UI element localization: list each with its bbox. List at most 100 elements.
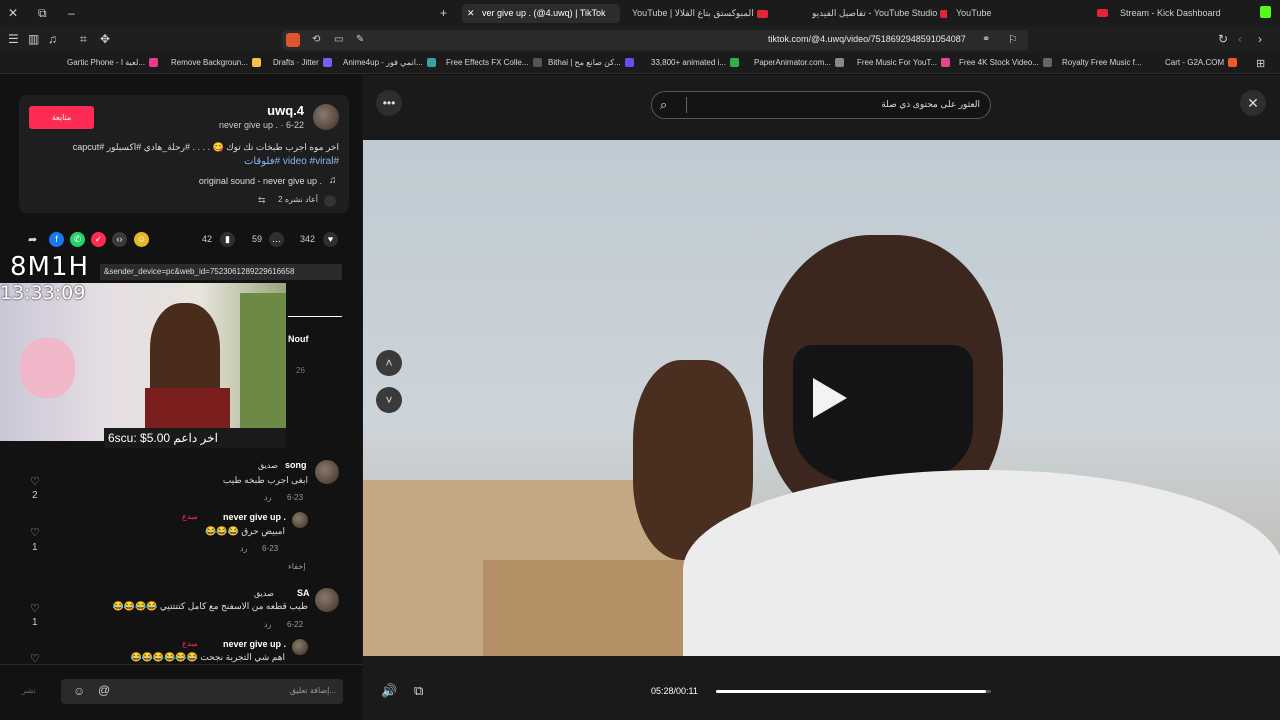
comment-like-count: 1 [32, 542, 38, 553]
url-text[interactable]: tiktok.com/@4.uwq/video/7518692948591054… [768, 34, 966, 44]
picture-in-picture-icon[interactable]: ⧉ [414, 683, 423, 699]
comment-text: اهم شي التجربة نجحت 😂😂😂😂😂😂 [130, 652, 285, 662]
comment-like-icon[interactable]: ♡ [30, 526, 40, 539]
author-avatar[interactable] [313, 104, 339, 130]
tab-youtube-studio[interactable]: تفاصيل الفيديو - YouTube Studio [812, 4, 947, 23]
whatsapp-icon[interactable]: ✆ [70, 232, 85, 247]
browser-tab-bar: ✕ ⧉ – + ✕ ver give up ‎. (@4.uwq) | TikT… [0, 0, 1280, 27]
brave-shield-icon[interactable] [286, 33, 300, 47]
menu-icon[interactable]: ☰ [8, 31, 19, 47]
comment-avatar[interactable] [315, 588, 339, 612]
comment-avatar[interactable] [292, 512, 308, 528]
removebg-icon [251, 58, 261, 68]
next-video-icon[interactable]: ˅ [376, 387, 402, 413]
new-tab-icon[interactable]: + [440, 5, 447, 21]
save-count: 42 [202, 234, 213, 244]
volume-icon[interactable]: 🔊 [381, 683, 397, 699]
bookmark-icon[interactable]: ⚐ [1008, 32, 1018, 48]
restore-window-icon[interactable]: ⧉ [38, 5, 47, 21]
bookmark-jitter[interactable]: Drafts · Jitter [273, 56, 332, 70]
comment-author[interactable]: never give up ‎. [223, 639, 286, 649]
edit-icon[interactable]: ✎ [356, 32, 364, 48]
bookmark-stockvideo[interactable]: Free 4K Stock Video... [959, 56, 1052, 70]
close-tab-icon[interactable]: ✕ [467, 4, 475, 23]
repost-share-icon[interactable]: ✓ [91, 232, 106, 247]
comment-input[interactable]: ☺ @ إضافة تعليق... [61, 679, 343, 704]
reload-icon[interactable]: ↻ [1218, 31, 1228, 47]
close-window-icon[interactable]: ✕ [8, 5, 18, 21]
minimize-window-icon[interactable]: – [68, 5, 75, 21]
extensions-icon[interactable]: ✥ [100, 31, 110, 47]
mention-icon[interactable]: @ [98, 683, 110, 697]
comment-author[interactable]: song [285, 460, 307, 470]
video-progress-fill [716, 690, 986, 693]
comment-author[interactable]: never give up ‎. [223, 512, 286, 522]
bookmark-save-icon[interactable]: ▮ [220, 232, 235, 247]
comment-avatar[interactable] [315, 460, 339, 484]
bookmark-removebg[interactable]: Remove Backgroun... [171, 56, 261, 70]
emoji-share-icon[interactable]: ☺ [134, 232, 149, 247]
hide-replies-button[interactable]: إخفاء [288, 562, 305, 571]
tab-tiktok[interactable]: ✕ ver give up ‎. (@4.uwq) | TikTok [462, 4, 620, 23]
close-video-icon[interactable]: ✕ [1240, 90, 1266, 116]
share-icon[interactable]: ➦ [28, 233, 37, 246]
music-icon[interactable]: ♫ [48, 31, 57, 47]
play-icon[interactable] [813, 378, 847, 418]
address-bar[interactable]: ⟲ ▭ ✎ tiktok.com/@4.uwq/video/7518692948… [282, 30, 1028, 50]
comment-like-icon[interactable]: ♡ [30, 475, 40, 488]
comment-icon[interactable]: … [269, 232, 284, 247]
bookmark-animated[interactable]: 33,800+ animated i... [651, 56, 739, 70]
reply-button[interactable]: رد [264, 620, 271, 629]
tab-youtube-2[interactable]: YouTube [956, 4, 1016, 23]
bookmark-paperanimator[interactable]: PaperAnimator.com... [754, 56, 844, 70]
freemusic-icon [941, 58, 951, 68]
tab-view-icon[interactable]: ▭ [334, 32, 343, 48]
emoji-icon[interactable]: ☺ [73, 684, 85, 698]
sound-name[interactable]: original sound - never give up ‎. [150, 176, 322, 186]
screenshot-icon[interactable]: ⌗ [80, 31, 87, 47]
link-icon[interactable]: ⚭ [982, 32, 990, 48]
tab-kick-dashboard[interactable]: Stream - Kick Dashboard [1120, 4, 1220, 23]
more-options-icon[interactable]: ••• [376, 90, 402, 116]
facebook-icon[interactable]: f [49, 232, 64, 247]
comment-date: 6-23 [287, 493, 304, 502]
bookmark-anime4up[interactable]: Anime4up - انمي فور... [343, 56, 436, 70]
tab-youtube-1[interactable]: YouTube | المبوكستق بتاع القلالا [632, 4, 792, 23]
bookmark-freemusic[interactable]: Free Music For YouT... [857, 56, 951, 70]
bookmark-royaltyfree[interactable]: Royalty Free Music f... [1062, 56, 1142, 70]
previous-video-icon[interactable]: ˄ [376, 350, 402, 376]
bookmark-g2a[interactable]: Cart - G2A.COM [1165, 56, 1238, 70]
jitter-icon [322, 58, 332, 68]
video-frame[interactable] [363, 140, 1280, 656]
related-search-input[interactable]: ⌕ العثور على محتوى ذي صلة [651, 91, 991, 119]
back-icon[interactable]: ‹ [1238, 31, 1242, 47]
sidebar-icon[interactable]: ▥ [28, 31, 39, 47]
bookmark-gartic[interactable]: Gartic Phone - لعبة ا... [67, 56, 158, 70]
side-name: Nouf [288, 334, 309, 344]
video-progress-bar[interactable] [716, 690, 991, 693]
reply-button[interactable]: رد [264, 493, 271, 502]
comment-author[interactable]: SA [297, 588, 310, 598]
comment-like-count: 1 [32, 617, 38, 628]
effects-icon [532, 58, 542, 68]
youtube-icon [1097, 9, 1108, 17]
embed-icon[interactable]: ‹› [112, 232, 127, 247]
comment-like-icon[interactable]: ♡ [30, 602, 40, 615]
anime4up-icon [426, 58, 436, 68]
post-hashtags[interactable]: #video #viral #فلوقات [40, 156, 339, 167]
comment-text: امبيض حرق 😂😂😂 [205, 526, 285, 536]
history-icon[interactable]: ⟲ [312, 32, 320, 48]
plant [240, 293, 286, 433]
stream-clock: 13:33:09 [0, 282, 86, 304]
bookmark-effects[interactable]: Free Effects FX Colle... [446, 56, 542, 70]
heart-icon[interactable]: ♥ [323, 232, 338, 247]
divider-line [288, 316, 342, 317]
comment-avatar[interactable] [292, 639, 308, 655]
author-username[interactable]: uwq.4 [230, 103, 304, 118]
follow-button[interactable]: متابعة [29, 106, 94, 129]
forward-icon[interactable]: › [1258, 31, 1262, 47]
reply-button[interactable]: رد [240, 544, 247, 553]
bookmark-bithai[interactable]: Bithai | كن صانع مح... [548, 56, 634, 70]
post-comment-button[interactable]: نشر [22, 686, 36, 695]
bookmarks-menu-icon[interactable]: ⊞ [1256, 56, 1265, 72]
